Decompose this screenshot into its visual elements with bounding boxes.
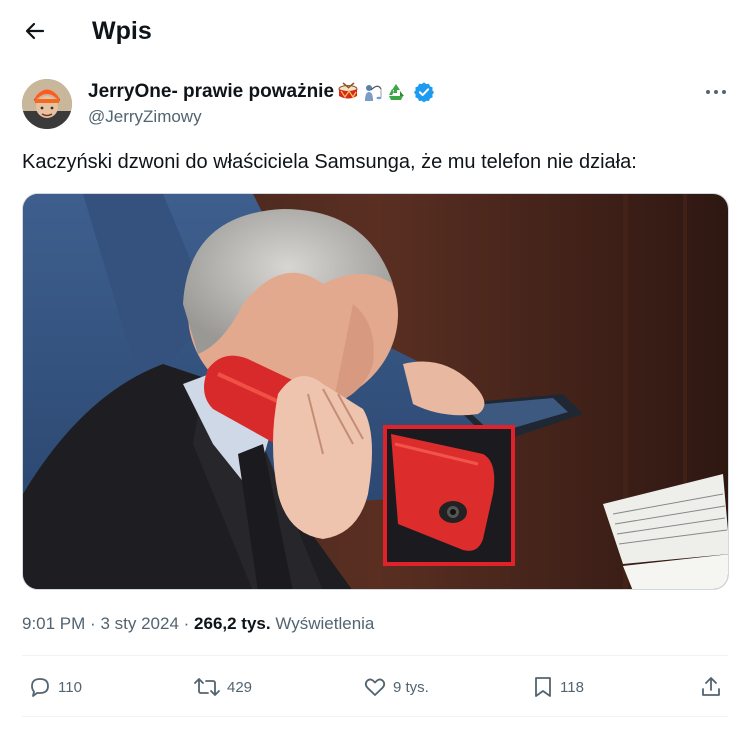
verified-badge-icon [413,81,435,103]
more-dots-icon [706,90,726,94]
post-time[interactable]: 9:01 PM [22,614,85,633]
repost-icon [194,678,220,696]
drum-emoji [337,81,359,103]
post-date[interactable]: 3 sty 2024 [100,614,178,633]
repost-button[interactable]: 429 [193,668,252,706]
name-emojis [337,81,409,103]
photo-illustration [23,194,728,589]
reply-count: 110 [58,678,82,696]
share-icon [702,677,720,696]
author-name-row: JerryOne- prawie poważnie [88,79,435,105]
author-handle[interactable]: @JerryZimowy [88,106,202,128]
reply-button[interactable]: 110 [28,668,82,706]
top-bar: Wpis [0,0,750,62]
bookmark-count: 118 [560,678,584,696]
divider [22,655,728,656]
action-bar: 110 429 9 tys. 118 [0,668,750,706]
person-fishing-emoji [361,81,383,103]
views-label: Wyświetlenia [275,614,375,633]
recycle-emoji [385,81,407,103]
post-text: Kaczyński dzwoni do właściciela Samsunga… [22,151,637,173]
avatar[interactable] [22,79,72,129]
like-button[interactable]: 9 tys. [363,668,429,706]
share-button[interactable] [699,668,723,706]
page-title: Wpis [92,17,152,45]
bookmark-icon [535,677,551,697]
meta-separator: · [183,614,190,633]
author-display-name[interactable]: JerryOne- prawie poważnie [88,80,334,104]
more-options-button[interactable] [700,80,732,104]
arrow-left-icon [25,22,45,40]
post-photo[interactable] [22,193,729,590]
divider [22,716,728,717]
repost-count: 429 [227,678,253,696]
reply-icon [31,678,49,697]
heart-icon [364,678,386,696]
meta-separator: · [90,614,96,633]
like-count: 9 tys. [393,678,429,696]
post-meta: 9:01 PM · 3 sty 2024 · 266,2 tys. Wyświe… [22,612,374,636]
views-count: 266,2 tys. [194,614,271,633]
bookmark-button[interactable]: 118 [532,668,584,706]
zoom-highlight-box [383,425,515,566]
back-button[interactable] [20,16,50,46]
